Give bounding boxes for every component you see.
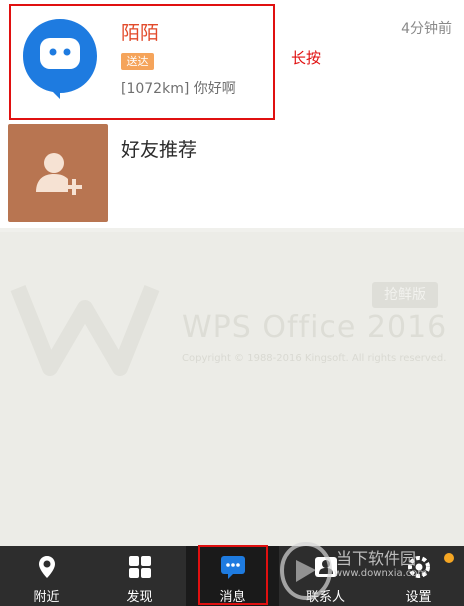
- site-logo-icon: [279, 541, 333, 601]
- timestamp: 4分钟前: [401, 21, 452, 37]
- highlight-box: [9, 4, 275, 120]
- notification-dot: [444, 553, 454, 563]
- location-pin-icon: [38, 556, 55, 578]
- add-friend-icon: [36, 153, 82, 195]
- watermark-title: WPS Office 2016: [182, 310, 448, 345]
- nav-item-nearby[interactable]: 附近: [0, 546, 93, 606]
- grid-icon: [128, 556, 151, 578]
- site-watermark-text: 当下软件园: [336, 549, 417, 568]
- nav-item-discover[interactable]: 发现: [93, 546, 186, 606]
- nav-label: 附近: [33, 590, 60, 605]
- avatar: [8, 124, 108, 222]
- nav-label: 发现: [126, 590, 153, 605]
- empty-area: WPS Office 2016 抢鲜版 Copyright © 1988-201…: [0, 232, 464, 546]
- highlight-box: [198, 545, 268, 605]
- wps-logo-icon: [10, 285, 160, 376]
- contact-name: 好友推荐: [121, 139, 198, 161]
- watermark-copyright: Copyright © 1988-2016 Kingsoft. All righ…: [182, 353, 447, 364]
- watermark-badge: 抢鲜版: [372, 282, 438, 308]
- nav-label: 设置: [405, 590, 432, 605]
- long-press-annotation: 长按: [291, 49, 322, 67]
- site-watermark-url: www.downxia.com: [334, 568, 428, 579]
